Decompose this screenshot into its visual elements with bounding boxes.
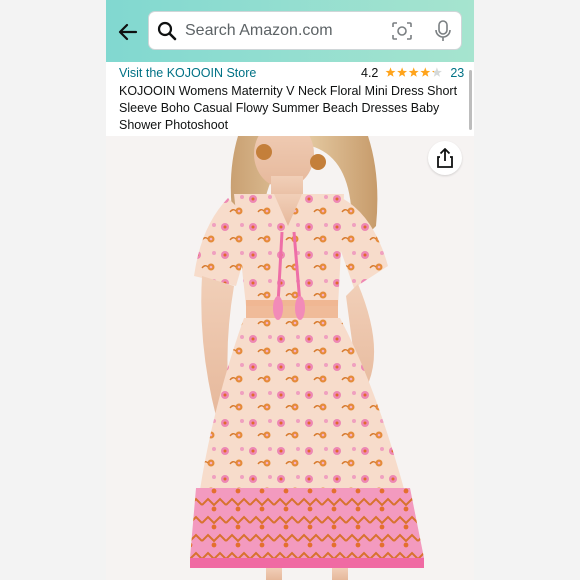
- share-icon: [437, 148, 453, 168]
- share-button[interactable]: [428, 141, 462, 175]
- left-background: [0, 0, 106, 580]
- star-icon: [385, 67, 396, 77]
- microphone-icon[interactable]: [434, 20, 452, 42]
- right-background: [474, 0, 580, 580]
- app-header: Search Amazon.com: [106, 0, 474, 62]
- arrow-left-icon[interactable]: [116, 20, 140, 44]
- phone-screen: Search Amazon.com Visit the KOJOOIN Stor…: [106, 0, 474, 580]
- star-icon: [408, 67, 419, 77]
- star-icon: [420, 67, 431, 77]
- product-image[interactable]: [106, 136, 474, 580]
- star-icon: [397, 67, 407, 77]
- star-rating-icon: [385, 67, 442, 77]
- model-photo: [190, 136, 424, 580]
- product-info: Visit the KOJOOIN Store 4.2 23 KOJOOIN W…: [106, 62, 474, 136]
- store-link[interactable]: Visit the KOJOOIN Store: [119, 66, 256, 80]
- search-icon[interactable]: [157, 21, 177, 41]
- camera-scan-icon[interactable]: [391, 21, 413, 41]
- rating-count[interactable]: 23: [450, 66, 464, 80]
- scrollbar[interactable]: [469, 70, 472, 130]
- product-title: KOJOOIN Womens Maternity V Neck Floral M…: [119, 84, 458, 132]
- search-bar[interactable]: Search Amazon.com: [148, 11, 462, 50]
- star-icon: [431, 67, 442, 77]
- rating-value: 4.2: [361, 66, 379, 80]
- search-input[interactable]: Search Amazon.com: [185, 22, 333, 40]
- rating-summary[interactable]: 4.2 23: [361, 66, 464, 80]
